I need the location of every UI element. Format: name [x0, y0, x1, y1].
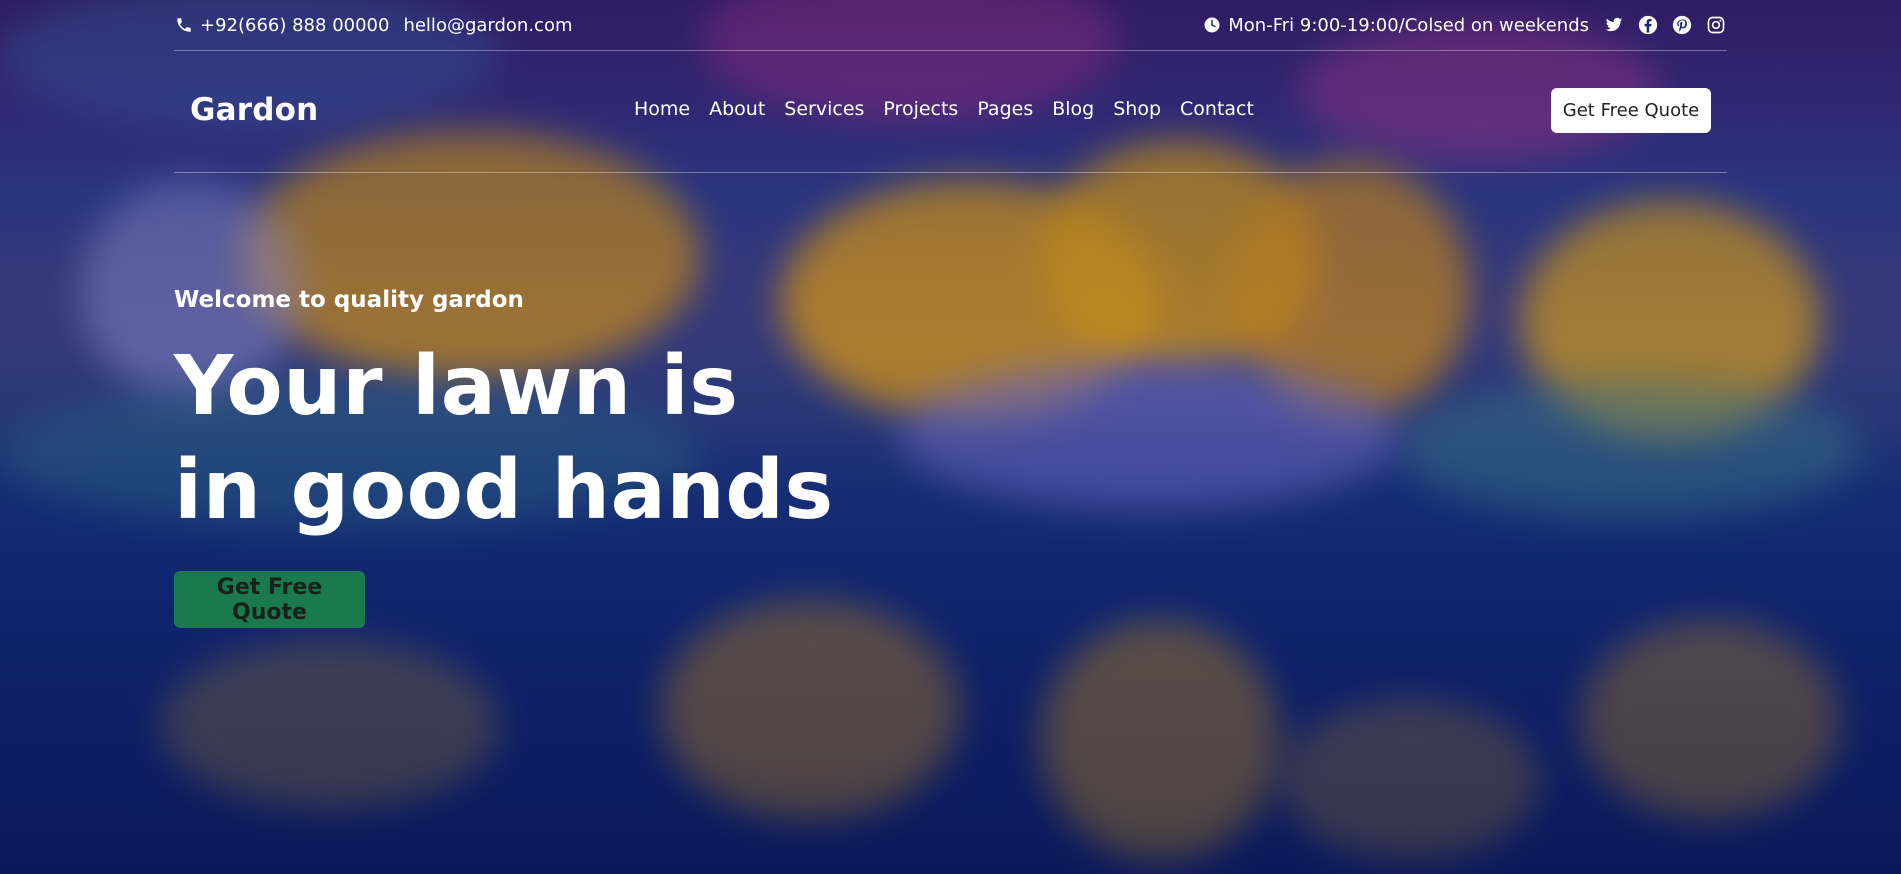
nav-item-blog[interactable]: Blog — [1052, 98, 1094, 120]
email-contact[interactable]: hello@gardon.com — [403, 15, 572, 36]
email-address: hello@gardon.com — [403, 14, 573, 36]
nav-item-about[interactable]: About — [709, 98, 765, 120]
hero-welcome-text: Welcome to quality gardon — [174, 287, 524, 313]
pinterest-icon[interactable] — [1671, 14, 1693, 36]
hero-headline-line1: Your lawn is — [174, 339, 739, 434]
nav-item-home[interactable]: Home — [634, 98, 690, 120]
nav-item-pages[interactable]: Pages — [977, 98, 1033, 120]
get-free-quote-nav-button[interactable]: Get Free Quote — [1551, 88, 1711, 133]
phone-icon — [174, 15, 194, 35]
facebook-icon[interactable] — [1637, 14, 1659, 36]
clock-icon — [1202, 15, 1222, 35]
brand-logo[interactable]: Gardon — [190, 92, 318, 128]
phone-number: +92(666) 888 00000 — [200, 14, 390, 36]
nav-item-contact[interactable]: Contact — [1180, 98, 1254, 120]
opening-hours: Mon-Fri 9:00-19:00/Colsed on weekends — [1202, 15, 1589, 36]
hero-headline-line2: in good hands — [174, 443, 834, 538]
top-info-bar: +92(666) 888 00000 hello@gardon.com Mon-… — [174, 0, 1727, 51]
hours-text: Mon-Fri 9:00-19:00/Colsed on weekends — [1228, 14, 1589, 36]
nav-menu: Home About Services Projects Pages Blog … — [634, 98, 1273, 120]
get-free-quote-cta-button[interactable]: Get Free Quote — [174, 571, 365, 628]
nav-item-projects[interactable]: Projects — [883, 98, 958, 120]
phone-contact[interactable]: +92(666) 888 00000 — [174, 15, 389, 36]
main-navbar: Gardon Home About Services Projects Page… — [174, 50, 1727, 173]
nav-item-services[interactable]: Services — [784, 98, 864, 120]
hero-headline: Your lawn is in good hands — [174, 335, 834, 543]
instagram-icon[interactable] — [1705, 14, 1727, 36]
nav-item-shop[interactable]: Shop — [1113, 98, 1161, 120]
twitter-icon[interactable] — [1603, 14, 1625, 36]
